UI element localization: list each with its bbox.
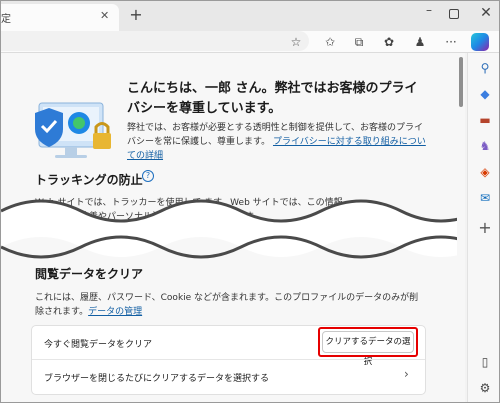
new-tab-icon[interactable]: +	[127, 6, 145, 24]
card-divider	[32, 359, 425, 360]
clear-data-card: 今すぐ閲覧データをクリア クリアするデータの選択 ブラウザーを閉じるたびにクリア…	[31, 325, 426, 395]
copilot-icon[interactable]	[471, 33, 489, 51]
privacy-illustration	[35, 102, 111, 158]
address-bar[interactable]	[1, 31, 309, 51]
games-icon[interactable]: ♞	[476, 137, 494, 155]
chevron-right-icon[interactable]: ›	[404, 367, 409, 381]
tab-settings[interactable]: 定 ✕	[1, 4, 119, 31]
clear-on-close-label[interactable]: ブラウザーを閉じるたびにクリアするデータを選択する	[44, 371, 269, 384]
extensions-icon[interactable]: ✿	[380, 33, 398, 51]
gear-icon[interactable]: ⚙	[476, 379, 494, 397]
clear-now-label: 今すぐ閲覧データをクリア	[44, 340, 153, 350]
toolbar: ☆ ✩ ⧉ ✿ ♟ ···	[1, 31, 499, 53]
browser-window: 定 ✕ + – ✕ ☆ ✩ ⧉ ✿ ♟ ··· こんにちは、一郎 さん。弊社では…	[0, 0, 500, 403]
profile-icon[interactable]: ♟	[411, 33, 429, 51]
wave-cut-divider	[1, 199, 459, 259]
highlight-box	[318, 327, 418, 357]
privacy-greeting: こんにちは、一郎 さん。弊社ではお客様のプライバシーを尊重しています。	[127, 81, 418, 116]
microsoft-365-icon[interactable]: ◈	[476, 163, 494, 181]
maximize-icon[interactable]	[449, 9, 459, 19]
favorite-star-icon[interactable]: ☆	[287, 33, 305, 51]
privacy-description: 弊社では、お客様が必要とする透明性と制御を提供して、お客様のプライバシーを常に保…	[127, 121, 427, 163]
split-screen-icon[interactable]: ▯	[476, 353, 494, 371]
sidebar-rail: ⚲ ◆ ▬ ♞ ◈ ✉ + ▯ ⚙	[467, 53, 499, 402]
more-menu-icon[interactable]: ···	[442, 33, 460, 51]
add-icon[interactable]: +	[476, 219, 494, 237]
collections-icon[interactable]: ⧉	[350, 33, 368, 51]
minimize-icon[interactable]: –	[422, 3, 436, 17]
clear-browsing-data-heading: 閲覧データをクリア	[35, 267, 144, 281]
shopping-tag-icon[interactable]: ◆	[476, 85, 494, 103]
manage-data-link[interactable]: データの管理	[88, 307, 142, 317]
clear-browsing-data-description: これには、履歴、パスワード、Cookie などが含まれます。このプロファイルのデ…	[35, 291, 425, 319]
tools-icon[interactable]: ▬	[476, 111, 494, 129]
tab-close-icon[interactable]: ✕	[100, 9, 109, 23]
tab-title: 定	[1, 14, 11, 25]
tab-strip: 定 ✕ + – ✕	[1, 1, 499, 31]
search-icon[interactable]: ⚲	[476, 59, 494, 77]
scrollbar-thumb[interactable]	[459, 57, 463, 107]
window-close-icon[interactable]: ✕	[479, 5, 493, 21]
favorites-icon[interactable]: ✩	[321, 33, 339, 51]
outlook-icon[interactable]: ✉	[476, 189, 494, 207]
settings-content: こんにちは、一郎 さん。弊社ではお客様のプライバシーを尊重しています。 弊社では…	[1, 53, 459, 402]
